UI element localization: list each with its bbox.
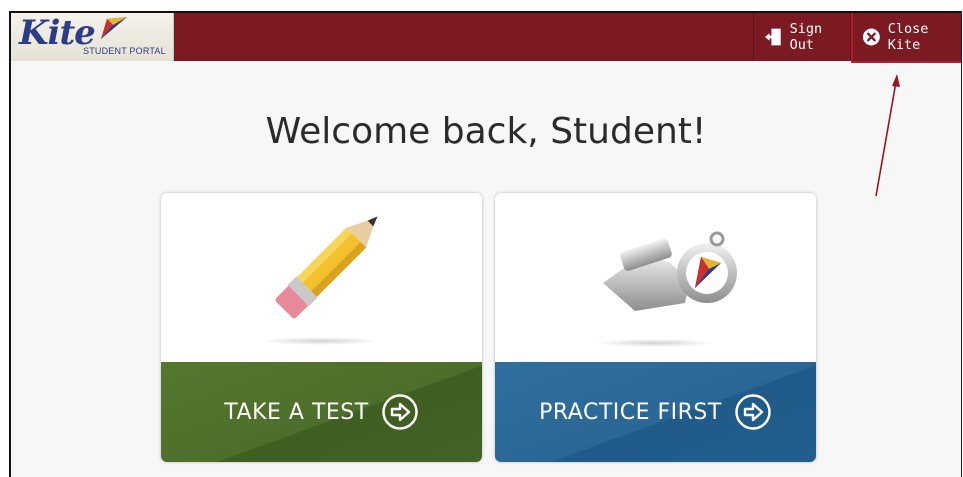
take-a-test-band[interactable]: TAKE A TEST [161, 362, 482, 462]
arrow-right-icon [381, 394, 418, 430]
kite-logo-icon [101, 17, 127, 39]
whistle-icon [603, 231, 737, 311]
welcome-heading: Welcome back, Student! [265, 111, 707, 152]
top-bar: Kite STUDENT PORTAL Sign Out Close Kite [11, 13, 961, 61]
logo-subtitle: STUDENT PORTAL [83, 46, 166, 56]
practice-first-band[interactable]: PRACTICE FIRST [495, 362, 816, 462]
take-a-test-label: TAKE A TEST [224, 399, 369, 425]
arrow-right-icon [735, 394, 771, 430]
practice-first-card[interactable]: PRACTICE FIRST [495, 193, 816, 462]
close-kite-button[interactable]: Close Kite [851, 13, 961, 61]
card-shadow [261, 337, 381, 345]
take-a-test-card[interactable]: TAKE A TEST [161, 193, 482, 462]
sign-out-label: Sign Out [789, 21, 823, 53]
kite-logo: Kite STUDENT PORTAL [11, 13, 174, 61]
app-window: Kite STUDENT PORTAL Sign Out Close Kite [9, 11, 962, 477]
card-artwork [495, 193, 816, 362]
card-artwork [161, 193, 482, 362]
sign-out-button[interactable]: Sign Out [754, 13, 850, 61]
close-circle-icon [862, 28, 880, 46]
practice-first-label: PRACTICE FIRST [539, 399, 722, 425]
close-kite-label: Close Kite [887, 21, 929, 53]
card-shadow [595, 339, 715, 347]
sign-out-icon [764, 28, 781, 46]
